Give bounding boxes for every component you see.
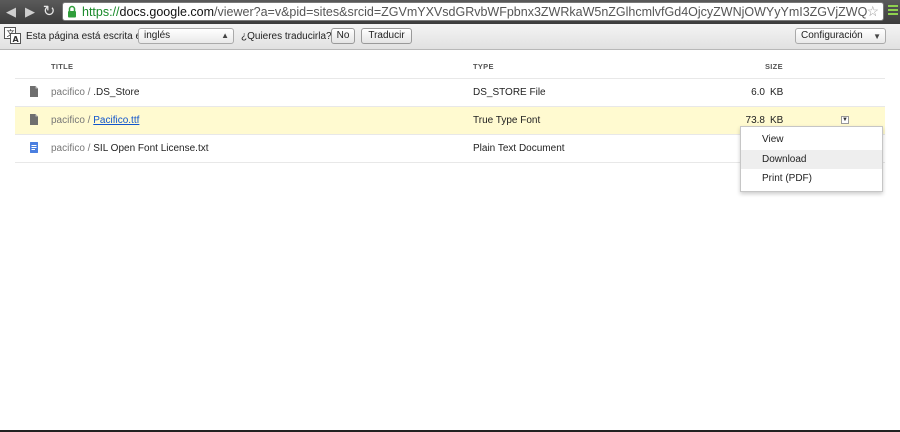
file-type: True Type Font bbox=[473, 115, 541, 126]
svg-text:A: A bbox=[13, 35, 20, 44]
select-arrows-icon: ▲ bbox=[221, 31, 229, 40]
menu-item-download[interactable]: Download bbox=[741, 150, 882, 169]
settings-label: Configuración bbox=[801, 30, 863, 41]
address-bar[interactable]: https://docs.google.com/viewer?a=v&pid=s… bbox=[62, 2, 884, 21]
file-size: 73.8 bbox=[745, 115, 765, 126]
browser-toolbar: ◀ ▶ ↻ https://docs.google.com/viewer?a=v… bbox=[0, 0, 900, 24]
translate-button[interactable]: Traducir bbox=[361, 28, 412, 44]
size-unit: KB bbox=[770, 115, 784, 126]
translate-prefix: Esta página está escrita en bbox=[26, 31, 147, 42]
size-unit: KB bbox=[770, 87, 784, 98]
file-icon bbox=[30, 114, 38, 125]
row-menu-button[interactable]: ▼ bbox=[841, 116, 849, 124]
menu-item-print[interactable]: Print (PDF) bbox=[741, 169, 882, 188]
star-icon[interactable]: ☆ bbox=[866, 3, 879, 20]
reload-icon[interactable]: ↻ bbox=[40, 3, 58, 21]
translate-question: ¿Quieres traducirla? bbox=[241, 31, 332, 42]
translate-icon: 文 A bbox=[4, 27, 21, 44]
forward-icon[interactable]: ▶ bbox=[21, 3, 39, 21]
file-title[interactable]: pacifico / Pacifico.ttf bbox=[51, 115, 139, 126]
chevron-down-icon: ▼ bbox=[842, 117, 848, 123]
menu-item-view[interactable]: View bbox=[741, 130, 882, 149]
file-name[interactable]: .DS_Store bbox=[93, 87, 139, 98]
lock-icon bbox=[68, 5, 76, 18]
translate-bar: 文 A Esta página está escrita en inglés ▲… bbox=[0, 24, 900, 50]
column-header-size[interactable]: SIZE bbox=[765, 62, 783, 71]
context-menu: View Download Print (PDF) bbox=[740, 126, 883, 192]
url-scheme: https:// bbox=[82, 5, 120, 19]
url-path: /viewer?a=v&pid=sites&srcid=ZGVmYXVsdGRv… bbox=[214, 5, 868, 19]
url-text: https://docs.google.com/viewer?a=v&pid=s… bbox=[82, 4, 867, 20]
language-select[interactable]: inglés ▲ bbox=[138, 28, 234, 44]
file-title[interactable]: pacifico / .DS_Store bbox=[51, 87, 139, 98]
chevron-down-icon: ▼ bbox=[873, 32, 881, 41]
folder-path: pacifico / bbox=[51, 87, 94, 98]
file-type: DS_STORE File bbox=[473, 87, 546, 98]
language-value: inglés bbox=[144, 30, 171, 41]
file-type: Plain Text Document bbox=[473, 143, 565, 154]
column-header-title[interactable]: TITLE bbox=[51, 62, 73, 71]
file-name[interactable]: SIL Open Font License.txt bbox=[93, 143, 208, 154]
column-header-type[interactable]: TYPE bbox=[473, 62, 494, 71]
folder-path: pacifico / bbox=[51, 143, 94, 154]
back-icon[interactable]: ◀ bbox=[2, 3, 20, 21]
file-title[interactable]: pacifico / SIL Open Font License.txt bbox=[51, 143, 209, 154]
url-host: docs.google.com bbox=[119, 5, 215, 19]
no-translate-button[interactable]: No bbox=[331, 28, 355, 44]
wrench-icon[interactable] bbox=[888, 5, 898, 19]
file-icon bbox=[30, 86, 38, 97]
folder-path: pacifico / bbox=[51, 115, 94, 126]
settings-select[interactable]: Configuración ▼ bbox=[795, 28, 886, 44]
document-icon bbox=[30, 142, 38, 153]
file-name-link[interactable]: Pacifico.ttf bbox=[93, 115, 139, 126]
table-row[interactable]: pacifico / .DS_Store DS_STORE File 6.0 K… bbox=[15, 79, 885, 106]
file-size: 6.0 bbox=[751, 87, 765, 98]
